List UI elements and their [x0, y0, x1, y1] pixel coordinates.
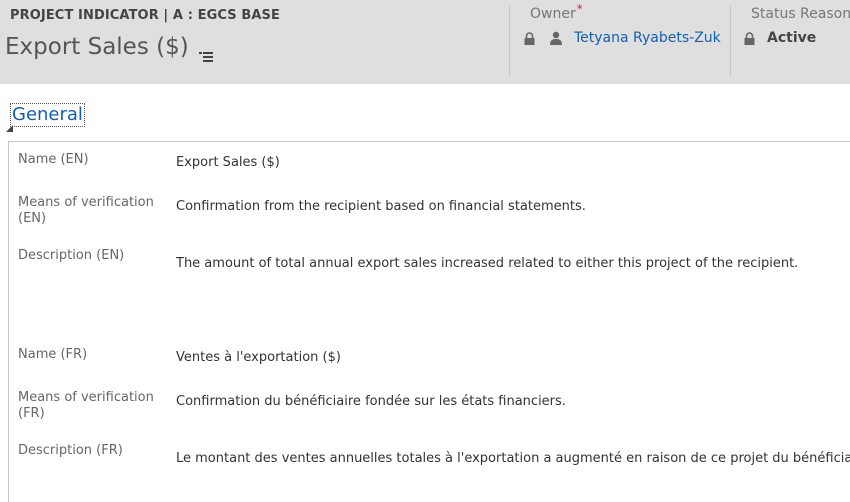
field-value-verification-en[interactable]: Confirmation from the recipient based on…	[176, 199, 586, 214]
header-divider	[509, 6, 510, 76]
hamburger-menu-icon[interactable]	[198, 43, 213, 62]
owner-link[interactable]: Tetyana Ryabets-Zuk	[574, 30, 721, 46]
section-title[interactable]: General	[10, 103, 85, 127]
field-label-description-en: Description (EN)	[18, 248, 125, 263]
status-reason-value: Active	[767, 30, 817, 46]
header-divider	[730, 6, 731, 76]
required-marker: *	[576, 2, 583, 16]
record-title-text: Export Sales ($)	[5, 34, 189, 60]
field-label-description-fr: Description (FR)	[18, 443, 123, 458]
lock-icon	[524, 30, 535, 49]
user-icon	[550, 30, 562, 49]
entity-type-label: PROJECT INDICATOR | A : EGCS BASE	[10, 8, 280, 23]
field-label-name-en: Name (EN)	[18, 152, 89, 167]
field-value-description-fr[interactable]: Le montant des ventes annuelles totales …	[176, 451, 850, 466]
field-value-name-fr[interactable]: Ventes à l'exportation ($)	[176, 350, 341, 365]
record-header: PROJECT INDICATOR | A : EGCS BASE Export…	[0, 0, 850, 84]
field-value-description-en[interactable]: The amount of total annual export sales …	[176, 256, 798, 271]
lock-icon	[744, 30, 755, 49]
field-label-name-fr: Name (FR)	[18, 347, 88, 362]
status-reason-label: Status Reason	[751, 6, 850, 22]
field-label-verification-fr: Means of verification (FR)	[18, 390, 154, 421]
field-value-name-en[interactable]: Export Sales ($)	[176, 155, 280, 170]
owner-label: Owner	[530, 6, 576, 22]
section-toggle-general[interactable]: General	[6, 103, 85, 132]
field-value-verification-fr[interactable]: Confirmation du bénéficiaire fondée sur …	[176, 394, 566, 409]
field-label-verification-en: Means of verification (EN)	[18, 195, 154, 226]
record-title: Export Sales ($)	[5, 34, 213, 62]
